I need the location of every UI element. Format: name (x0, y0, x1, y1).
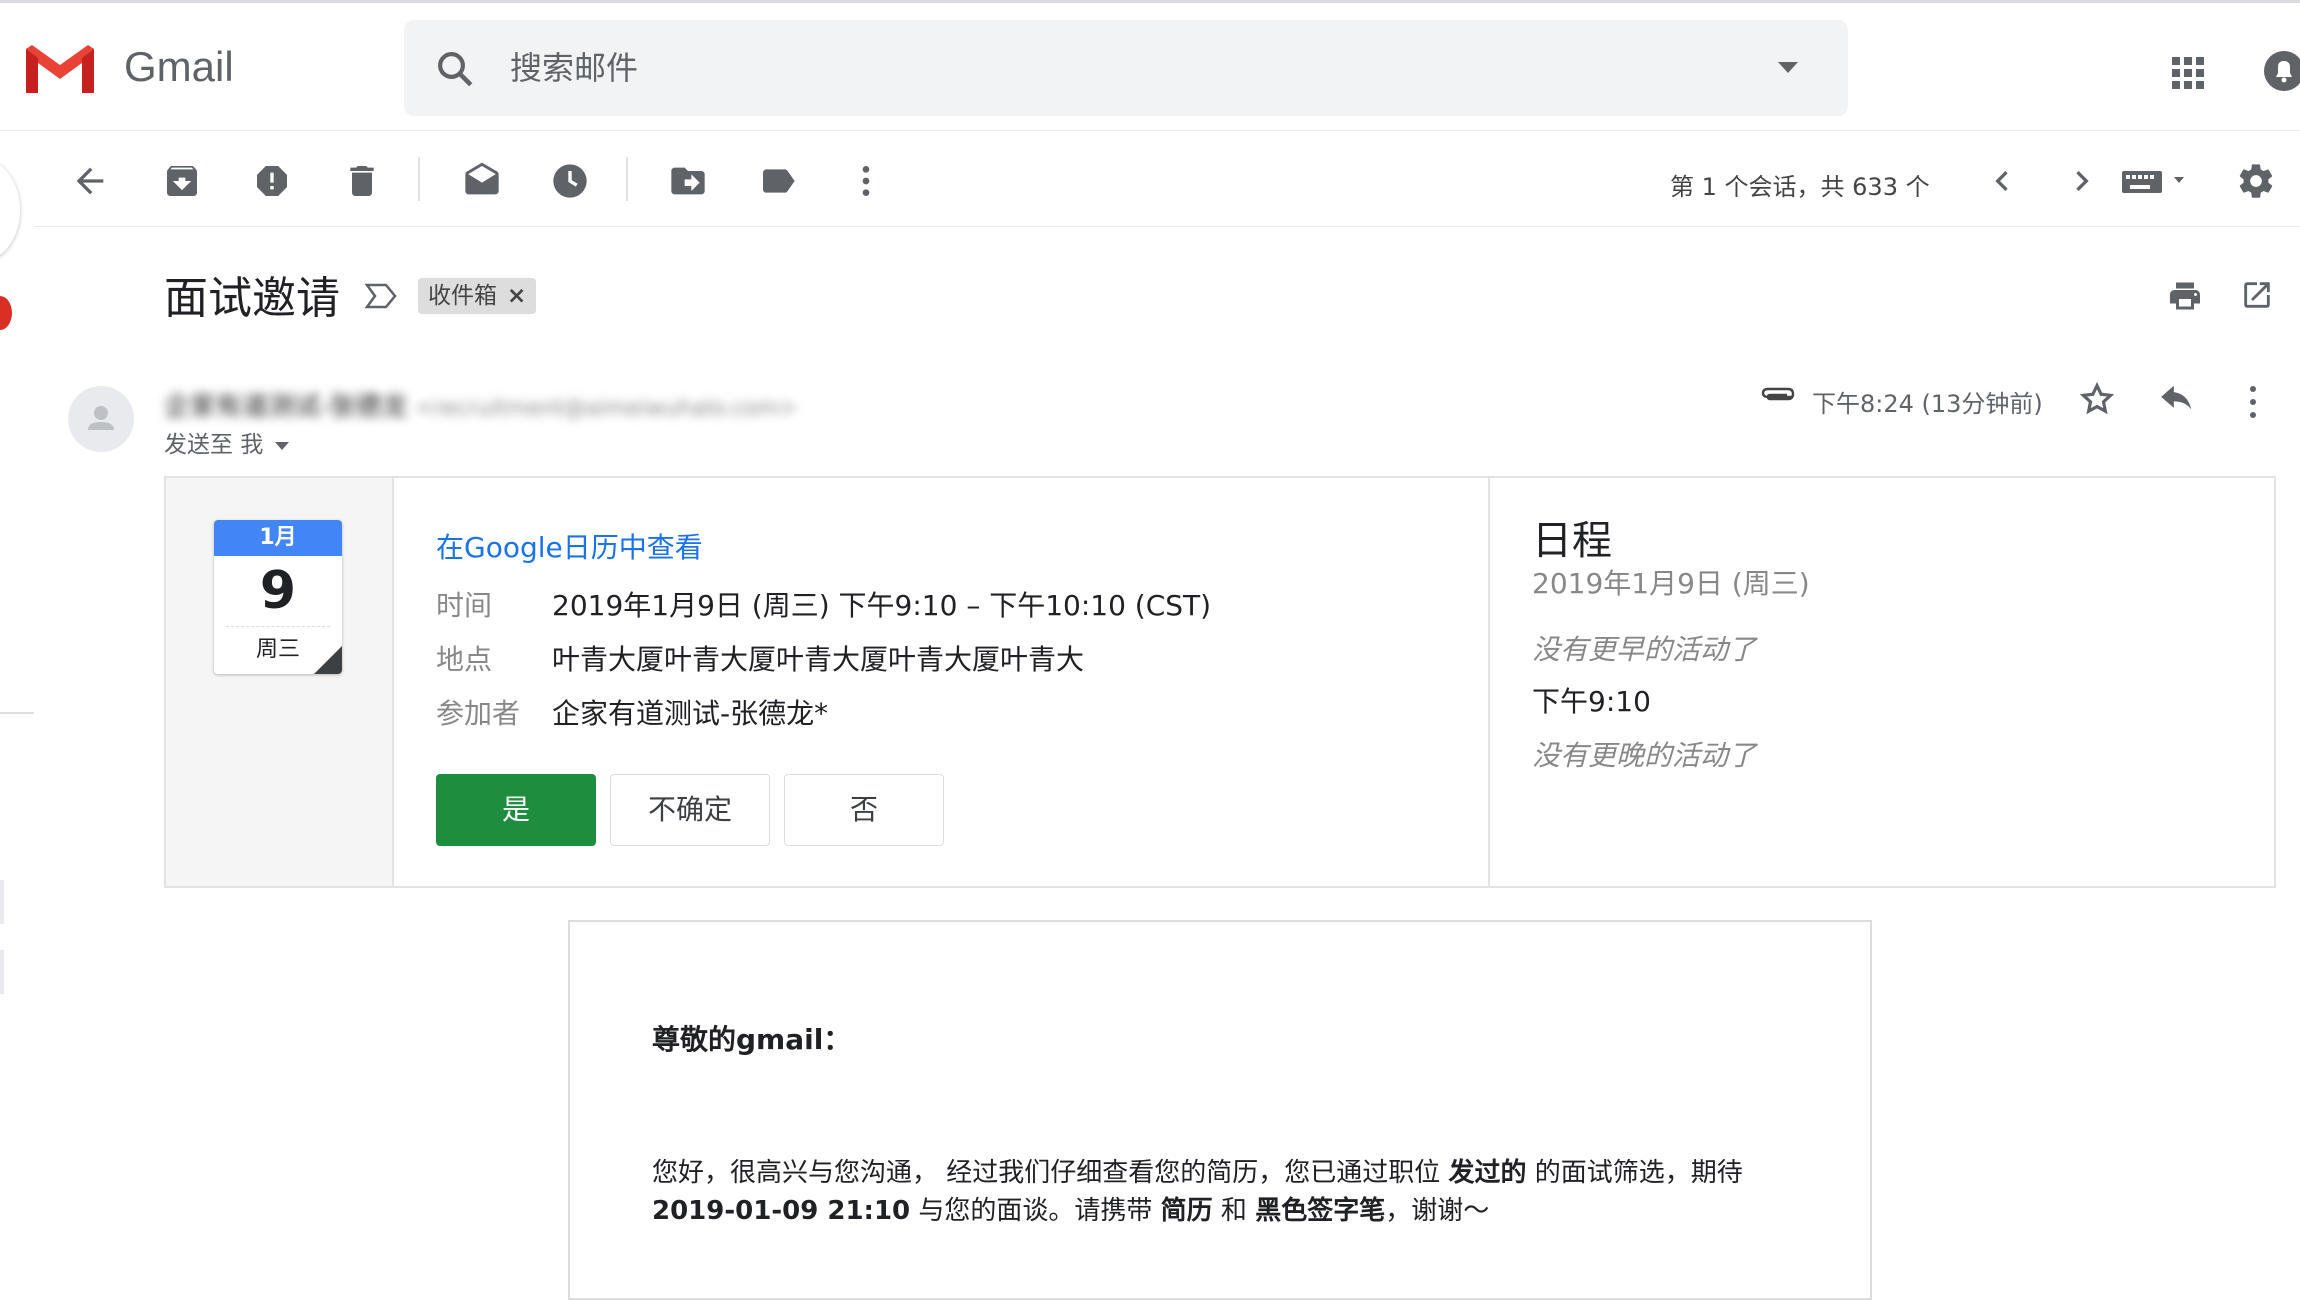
body-text: 您好，很高兴与您沟通， 经过我们仔细查看您的简历，您已通过职位 (652, 1158, 1449, 1188)
body-bring-pen: 黑色签字笔 (1255, 1196, 1386, 1226)
gmail-logo-icon[interactable] (22, 41, 98, 97)
archive-icon[interactable] (162, 161, 202, 201)
invite-time-value: 2019年1月9日 (周三) 下午9:10 – 下午10:10 (CST) (552, 589, 1212, 622)
search-icon[interactable] (434, 48, 476, 90)
body-text: 和 (1212, 1196, 1256, 1226)
body-text: 与您的面谈。请携带 (910, 1196, 1161, 1226)
message-time: 下午8:24 (13分钟前) (1812, 390, 2043, 418)
view-in-google-calendar-link[interactable]: 在Google日历中查看 (436, 526, 703, 566)
message-more-icon[interactable] (2246, 384, 2260, 420)
move-to-icon[interactable] (668, 161, 708, 201)
email-greeting: 尊敬的gmail： (652, 1023, 852, 1056)
pagination-info: 第 1 个会话，共 633 个 (1670, 173, 1930, 201)
sidebar-item[interactable] (0, 880, 4, 924)
agenda-event-time[interactable]: 下午9:10 (1532, 680, 1651, 720)
back-arrow-icon[interactable] (70, 161, 110, 201)
calendar-date-icon: 1月 9 周三 (214, 520, 342, 674)
gmail-wordmark[interactable]: Gmail (124, 43, 234, 91)
input-tools-keyboard-icon[interactable] (2118, 161, 2198, 201)
agenda-panel: 日程 2019年1月9日 (周三) 没有更早的活动了 下午9:10 没有更晚的活… (1488, 478, 2276, 886)
toolbar-separator (418, 157, 420, 201)
message-toolbar: 第 1 个会话，共 633 个 (34, 131, 2300, 227)
more-actions-icon[interactable] (846, 161, 886, 201)
notifications-bell-icon[interactable] (2264, 49, 2300, 93)
mark-unread-icon[interactable] (462, 161, 502, 201)
sidebar-item[interactable] (0, 950, 4, 994)
email-subject: 面试邀请 (164, 273, 340, 324)
invite-location-row: 地点 叶青大厦叶青大厦叶青大厦叶青大厦叶青大 (436, 638, 1084, 678)
rsvp-no-button[interactable]: 否 (784, 774, 944, 846)
reply-arrow-icon[interactable] (2158, 384, 2196, 416)
apps-grid-icon[interactable] (2170, 55, 2206, 91)
print-icon[interactable] (2166, 278, 2204, 314)
body-position-name: 发过的 (1448, 1158, 1527, 1188)
sender-display-name: 企家有道测试-张德龙 (164, 392, 408, 422)
sender-name[interactable]: 企家有道测试-张德龙 <recruitment@aimeiwuhalo.com> (164, 386, 804, 422)
sender-avatar[interactable] (68, 386, 134, 452)
rsvp-yes-button[interactable]: 是 (436, 774, 596, 846)
send-to-text: 发送至 我 (164, 432, 264, 458)
agenda-title: 日程 (1532, 518, 1612, 564)
email-body: 尊敬的gmail： 您好，很高兴与您沟通， 经过我们仔细查看您的简历，您已通过职… (568, 920, 1872, 1300)
rsvp-maybe-button[interactable]: 不确定 (610, 774, 770, 846)
body-text: ，谢谢～ (1385, 1196, 1490, 1226)
snooze-clock-icon[interactable] (550, 161, 590, 201)
report-spam-icon[interactable] (252, 161, 292, 201)
calendar-page-fold-icon (314, 646, 342, 674)
search-input[interactable] (510, 42, 1710, 94)
invite-attendees-value[interactable]: 企家有道测试-张德龙* (552, 697, 828, 730)
newer-chevron-left-icon[interactable] (1982, 161, 2022, 201)
search-options-dropdown-icon[interactable] (1778, 62, 1798, 73)
body-interview-datetime: 2019-01-09 21:10 (652, 1196, 911, 1226)
unread-badge (0, 296, 12, 330)
importance-marker-icon[interactable] (364, 282, 398, 310)
invite-location-value[interactable]: 叶青大厦叶青大厦叶青大厦叶青大厦叶青大 (552, 643, 1084, 676)
invite-attendees-row: 参加者 企家有道测试-张德龙* (436, 692, 828, 732)
agenda-no-later: 没有更晚的活动了 (1532, 739, 1757, 772)
settings-gear-icon[interactable] (2236, 161, 2276, 201)
older-chevron-right-icon[interactable] (2062, 161, 2102, 201)
app-header: Gmail (0, 3, 2300, 131)
sidebar-divider (0, 712, 34, 714)
caret-down-icon[interactable] (275, 441, 290, 450)
open-in-new-window-icon[interactable] (2240, 278, 2274, 312)
toolbar-separator (626, 157, 628, 201)
sender-email: <recruitment@aimeiwuhalo.com> (415, 396, 798, 421)
invite-location-label: 地点 (436, 643, 493, 676)
remove-label-icon[interactable]: × (507, 283, 526, 309)
body-bring-resume: 简历 (1160, 1196, 1213, 1226)
agenda-date: 2019年1月9日 (周三) (1532, 567, 1810, 600)
calendar-day: 9 (259, 561, 297, 621)
label-tag-icon[interactable] (758, 161, 798, 201)
compose-button[interactable] (0, 158, 20, 262)
recipient-details-toggle[interactable]: 发送至 我 (164, 425, 290, 459)
label-chip-text: 收件箱 (428, 283, 497, 309)
invite-time-row: 时间 2019年1月9日 (周三) 下午9:10 – 下午10:10 (CST) (436, 584, 1211, 624)
email-paragraph: 您好，很高兴与您沟通， 经过我们仔细查看您的简历，您已通过职位 发过的 的面试筛… (652, 1154, 1802, 1230)
agenda-no-earlier: 没有更早的活动了 (1532, 633, 1757, 666)
invite-date-column: 1月 9 周三 (166, 478, 394, 886)
invite-attendees-label: 参加者 (436, 697, 521, 730)
invite-time-label: 时间 (436, 589, 493, 622)
search-bar[interactable] (404, 20, 1848, 116)
body-text: 的面试筛选，期待 (1526, 1158, 1743, 1188)
inbox-label-chip[interactable]: 收件箱 × (418, 278, 537, 314)
attachment-paperclip-icon (1761, 387, 1795, 401)
calendar-month: 1月 (214, 520, 342, 556)
calendar-invite-card: 1月 9 周三 在Google日历中查看 时间 2019年1月9日 (周三) 下午… (164, 476, 2276, 888)
delete-trash-icon[interactable] (342, 161, 382, 201)
person-icon (88, 406, 114, 430)
star-icon[interactable] (2078, 380, 2116, 418)
